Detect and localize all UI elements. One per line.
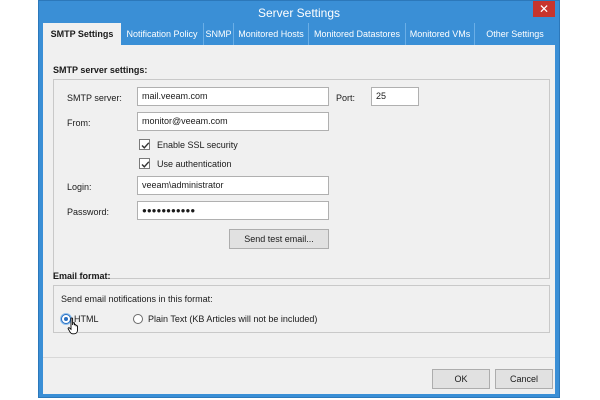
checkmark-icon: [141, 161, 150, 168]
close-icon: ✕: [538, 2, 550, 16]
from-input[interactable]: monitor@veeam.com: [137, 112, 329, 131]
ok-button[interactable]: OK: [432, 369, 490, 389]
plain-text-radio-label: Plain Text (KB Articles will not be incl…: [148, 314, 318, 324]
cancel-button[interactable]: Cancel: [495, 369, 553, 389]
window-title: Server Settings: [257, 6, 341, 20]
email-format-section-title: Email format:: [53, 271, 111, 281]
auth-label: Use authentication: [157, 159, 232, 169]
server-settings-window: Server Settings ✕ SMTP Settings Notifica…: [38, 0, 560, 398]
tab-monitored-hosts[interactable]: Monitored Hosts: [234, 23, 309, 45]
tab-strip: SMTP Settings Notification Policy SNMP M…: [43, 23, 555, 45]
tab-other-settings[interactable]: Other Settings: [475, 23, 555, 45]
port-label: Port:: [336, 93, 356, 103]
email-format-group: [53, 285, 550, 333]
tab-smtp-settings[interactable]: SMTP Settings: [43, 23, 121, 45]
auth-checkbox[interactable]: [139, 158, 150, 169]
ssl-checkbox[interactable]: [139, 139, 150, 150]
hand-pointer-icon: [67, 317, 78, 335]
smtp-server-label: SMTP server:: [67, 93, 122, 103]
tab-notification-policy[interactable]: Notification Policy: [121, 23, 204, 45]
dialog-content: SMTP Settings Notification Policy SNMP M…: [43, 23, 555, 394]
tab-monitored-datastores[interactable]: Monitored Datastores: [309, 23, 406, 45]
ssl-label: Enable SSL security: [157, 140, 238, 150]
footer-separator: [43, 357, 555, 358]
smtp-server-input[interactable]: mail.veeam.com: [137, 87, 329, 106]
login-input[interactable]: veeam\administrator: [137, 176, 329, 195]
tab-monitored-vms[interactable]: Monitored VMs: [406, 23, 475, 45]
from-label: From:: [67, 118, 91, 128]
title-bar: Server Settings ✕: [39, 1, 559, 23]
checkmark-icon: [141, 142, 150, 149]
password-label: Password:: [67, 207, 110, 217]
plain-text-radio[interactable]: [133, 314, 143, 324]
close-button[interactable]: ✕: [533, 1, 555, 17]
tab-snmp[interactable]: SNMP: [204, 23, 234, 45]
password-input[interactable]: ●●●●●●●●●●●: [137, 201, 329, 220]
smtp-section-title: SMTP server settings:: [53, 65, 148, 75]
login-label: Login:: [67, 182, 92, 192]
send-test-email-button[interactable]: Send test email...: [229, 229, 329, 249]
port-input[interactable]: 25: [371, 87, 419, 106]
email-format-prompt: Send email notifications in this format:: [61, 294, 213, 304]
